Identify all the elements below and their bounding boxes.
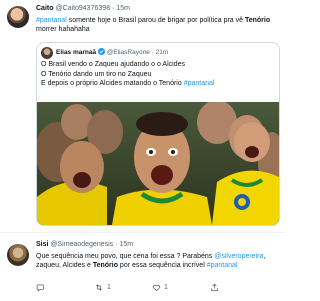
tweet-header: Sisi @Simeaodegenesis · 15m bbox=[36, 241, 133, 248]
avatar[interactable] bbox=[7, 244, 29, 266]
timestamp[interactable]: 15m bbox=[119, 241, 133, 248]
crowd-photo-image bbox=[37, 102, 279, 225]
quoted-text: O Brasil vendo o Zaqueu ajudando o o Alc… bbox=[41, 60, 275, 89]
tweet-text-part: , bbox=[263, 253, 266, 260]
reply-button[interactable] bbox=[36, 283, 45, 292]
tweet-text-part: somente hoje o Brasil parou de brigar po… bbox=[66, 17, 245, 24]
quoted-line: E depois o próprio Alcides matando o Ten… bbox=[41, 79, 275, 89]
separator-dot: · bbox=[151, 49, 154, 56]
retweet-button[interactable]: 1 bbox=[94, 283, 111, 292]
tweet-text: #pantanal somente hoje o Brasil parou de… bbox=[36, 16, 281, 34]
highlighted-word: Tenório bbox=[244, 17, 271, 24]
hashtag-link[interactable]: #pantanal bbox=[36, 17, 67, 24]
author-name[interactable]: Sisi bbox=[36, 241, 48, 248]
separator-dot: · bbox=[112, 5, 115, 12]
quoted-header: Elias marnaã @EliasRayone · 21m bbox=[56, 48, 168, 56]
author-handle[interactable]: @Simeaodegenesis bbox=[50, 241, 113, 248]
retweet-count: 1 bbox=[107, 284, 111, 291]
avatar[interactable] bbox=[7, 6, 29, 28]
tweet-actions bbox=[36, 220, 276, 230]
tweet-text-part: morrer hahahaha bbox=[36, 26, 90, 33]
mention-link[interactable]: @silveropereira bbox=[214, 253, 263, 260]
share-icon bbox=[211, 283, 218, 291]
tweet-text-part: Que sequência meu povo, que cena foi ess… bbox=[36, 253, 215, 260]
tweet-text: Que sequência meu povo, que cena foi ess… bbox=[36, 252, 280, 270]
reply-icon bbox=[36, 284, 44, 292]
quoted-line-text: E depois o próprio Alcides matando o Ten… bbox=[41, 80, 184, 88]
verified-badge-icon bbox=[97, 48, 105, 55]
tweet[interactable]: Caito @Caito94376398 · 15m #pantanal som… bbox=[0, 0, 285, 230]
timestamp[interactable]: 15m bbox=[116, 5, 130, 12]
quoted-avatar bbox=[41, 47, 53, 59]
quoted-tweet[interactable]: Elias marnaã @EliasRayone · 21m O Brasil… bbox=[36, 42, 280, 226]
tweet-actions: 1 1 bbox=[36, 283, 276, 293]
quoted-handle: @EliasRayone bbox=[106, 49, 150, 56]
quoted-author-name: Elias marnaã bbox=[56, 49, 97, 56]
quoted-timestamp: 21m bbox=[155, 49, 169, 56]
tweet-text-part: zaqueu, Alcides e bbox=[36, 262, 93, 269]
author-handle[interactable]: @Caito94376398 bbox=[55, 5, 110, 12]
separator-dot: · bbox=[115, 241, 118, 248]
quoted-line: O Brasil vendo o Zaqueu ajudando o o Alc… bbox=[41, 61, 185, 68]
retweet-icon bbox=[96, 284, 102, 291]
author-name[interactable]: Caito bbox=[36, 5, 54, 12]
hashtag-link[interactable]: #pantanal bbox=[207, 262, 238, 269]
quoted-line: O Tenório dando um tiro no Zaqueu bbox=[41, 70, 152, 78]
hashtag-link[interactable]: #pantanal bbox=[184, 80, 215, 87]
tweet-header: Caito @Caito94376398 · 15m bbox=[36, 5, 130, 12]
tweet-text-part: por essa sequência incrível bbox=[117, 262, 207, 269]
heart-icon bbox=[152, 284, 161, 291]
highlighted-word: Tenório bbox=[92, 262, 118, 269]
like-count: 1 bbox=[164, 284, 168, 291]
like-button[interactable]: 1 bbox=[152, 283, 168, 292]
share-button[interactable] bbox=[210, 283, 219, 292]
quoted-image[interactable] bbox=[37, 102, 279, 225]
